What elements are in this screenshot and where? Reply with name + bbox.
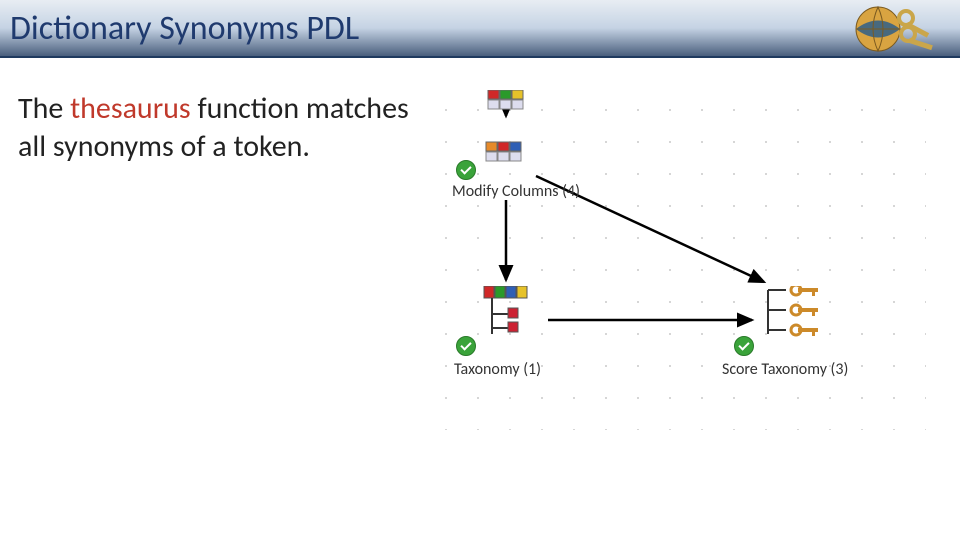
slide-header: Dictionary Synonyms PDL (0, 0, 960, 58)
score-taxonomy-node-icon (758, 286, 836, 347)
description-paragraph: The thesaurus function matches all synon… (18, 90, 418, 510)
check-icon (456, 336, 476, 356)
brand-logo (848, 4, 938, 54)
check-icon (456, 160, 476, 180)
modify-columns-label: Modify Columns (4) (436, 182, 596, 201)
description-text-highlight: thesaurus (70, 90, 191, 127)
slide-title: Dictionary Synonyms PDL (0, 8, 359, 49)
input-columns-icon (486, 90, 528, 119)
taxonomy-label: Taxonomy (1) (454, 360, 541, 379)
taxonomy-node-icon (482, 286, 542, 343)
workflow-diagram: Modify Columns (4) Taxonomy (1) (426, 90, 926, 510)
check-icon (734, 336, 754, 356)
modify-columns-node-icon (484, 140, 530, 175)
score-taxonomy-label: Score Taxonomy (3) (722, 360, 848, 379)
description-text-pre: The (18, 90, 70, 127)
